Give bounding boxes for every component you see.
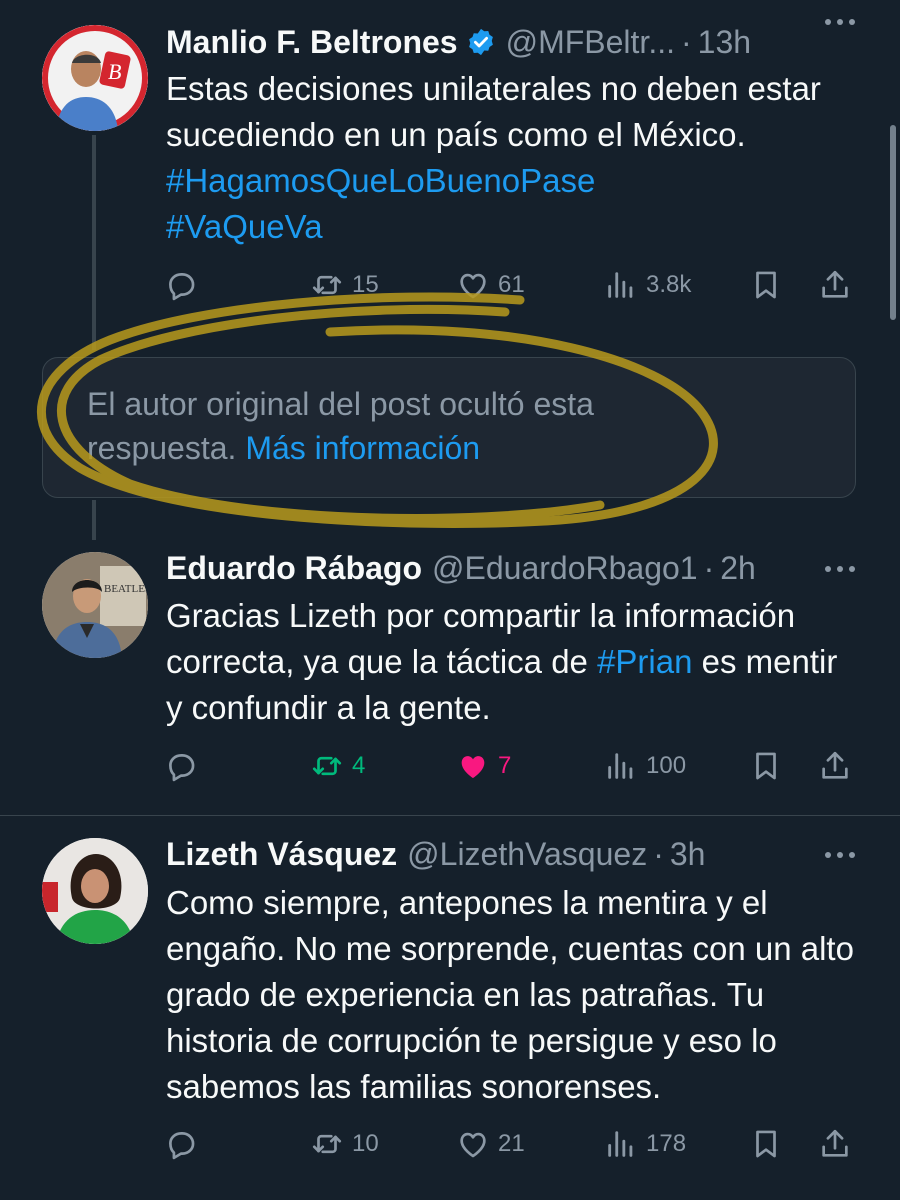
tweet-header: Eduardo Rábago @EduardoRbago1 · 2h <box>166 548 860 588</box>
more-info-link[interactable]: Más información <box>245 430 480 466</box>
tweet-text: Estas decisiones unilaterales no deben e… <box>166 66 860 250</box>
hidden-reply-notice: El autor original del post ocultó esta r… <box>42 357 856 498</box>
author-name[interactable]: Lizeth Vásquez <box>166 836 397 873</box>
avatar[interactable] <box>42 838 148 944</box>
retweet-button[interactable]: 10 <box>310 1124 379 1164</box>
avatar-photo: BEATLES <box>42 552 148 658</box>
author-name[interactable]: Eduardo Rábago <box>166 550 422 587</box>
bookmark-icon <box>749 749 783 783</box>
action-bar: 4 7 100 <box>164 746 860 786</box>
tweet-text-plain: Estas decisiones unilaterales no deben e… <box>166 70 821 153</box>
avatar[interactable]: B <box>42 25 148 131</box>
tweet-header: Manlio F. Beltrones @MFBeltr... · 13h <box>166 22 860 62</box>
svg-text:B: B <box>108 59 121 84</box>
views-icon <box>604 1127 638 1161</box>
separator-dot: · <box>653 835 664 872</box>
like-button[interactable]: 61 <box>456 265 525 305</box>
separator-dot: · <box>680 23 692 60</box>
bookmark-icon <box>749 1127 783 1161</box>
verified-badge-icon <box>468 28 493 56</box>
separator-dot: · <box>703 549 715 586</box>
bookmark-button[interactable] <box>749 265 783 305</box>
share-icon <box>818 749 852 783</box>
views-icon <box>604 749 638 783</box>
author-handle[interactable]: @EduardoRbago1 <box>432 550 698 587</box>
like-count: 7 <box>498 752 512 779</box>
share-icon <box>818 268 852 302</box>
reply-button[interactable] <box>164 265 206 305</box>
avatar-photo <box>42 838 148 944</box>
thread-line-middle <box>92 500 96 540</box>
more-icon[interactable] <box>824 565 856 573</box>
avatar-photo: B <box>42 25 148 131</box>
views-count: 178 <box>646 1130 687 1157</box>
retweet-button[interactable]: 15 <box>310 265 379 305</box>
share-icon <box>818 1127 852 1161</box>
retweet-icon <box>310 268 344 302</box>
views-button[interactable]: 100 <box>604 746 686 786</box>
retweet-icon <box>310 1127 344 1161</box>
action-bar: 10 21 178 <box>164 1124 860 1164</box>
action-bar: 15 61 3.8k <box>164 265 860 305</box>
author-name[interactable]: Manlio F. Beltrones <box>166 24 458 61</box>
avatar[interactable]: BEATLES <box>42 552 148 658</box>
timestamp[interactable]: 2h <box>720 550 756 587</box>
scrollbar[interactable] <box>890 125 896 320</box>
author-handle[interactable]: @LizethVasquez <box>407 836 647 873</box>
retweet-count: 4 <box>352 752 366 779</box>
author-handle[interactable]: @MFBeltr... <box>506 24 675 61</box>
like-icon <box>456 268 490 302</box>
retweet-count: 10 <box>352 1130 379 1157</box>
tweet-text: Como siempre, antepones la mentira y el … <box>166 884 854 1105</box>
like-button[interactable]: 7 <box>456 746 511 786</box>
retweet-count: 15 <box>352 271 379 298</box>
hashtag-link[interactable]: #VaQueVa <box>166 208 323 245</box>
like-count: 61 <box>498 271 525 298</box>
reply-button[interactable] <box>164 1124 206 1164</box>
timestamp[interactable]: 13h <box>698 24 751 61</box>
tweet-header: Lizeth Vásquez @LizethVasquez · 3h <box>166 834 860 874</box>
views-button[interactable]: 3.8k <box>604 265 691 305</box>
tweet-vasquez[interactable]: Lizeth Vásquez @LizethVasquez · 3h Como … <box>0 816 900 1200</box>
share-button[interactable] <box>818 1124 852 1164</box>
views-count: 100 <box>646 752 687 779</box>
share-button[interactable] <box>818 265 852 305</box>
views-icon <box>604 268 638 302</box>
tweet-beltrones[interactable]: B Manlio F. Beltrones @MFBeltr... · 13h … <box>0 0 900 340</box>
like-icon <box>456 1127 490 1161</box>
views-button[interactable]: 178 <box>604 1124 686 1164</box>
hashtag-link[interactable]: #HagamosQueLoBuenoPase <box>166 162 595 199</box>
bookmark-button[interactable] <box>749 1124 783 1164</box>
tweet-rabago[interactable]: BEATLES Eduardo Rábago @EduardoRbago1 · … <box>0 540 900 810</box>
retweet-button[interactable]: 4 <box>310 746 365 786</box>
like-count: 21 <box>498 1130 525 1157</box>
hashtag-link[interactable]: #Prian <box>597 643 692 680</box>
reply-icon <box>164 268 198 302</box>
more-icon[interactable] <box>824 851 856 859</box>
reply-icon <box>164 749 198 783</box>
tweet-text: Gracias Lizeth por compartir la informac… <box>166 593 860 731</box>
more-icon[interactable] <box>824 18 856 26</box>
timestamp[interactable]: 3h <box>670 836 706 873</box>
retweet-icon <box>310 749 344 783</box>
hidden-reply-text: El autor original del post ocultó esta r… <box>87 382 687 470</box>
svg-text:BEATLES: BEATLES <box>104 583 148 595</box>
views-count: 3.8k <box>646 271 692 298</box>
bookmark-button[interactable] <box>749 746 783 786</box>
reply-button[interactable] <box>164 746 206 786</box>
bookmark-icon <box>749 268 783 302</box>
like-button[interactable]: 21 <box>456 1124 525 1164</box>
share-button[interactable] <box>818 746 852 786</box>
reply-icon <box>164 1127 198 1161</box>
like-icon <box>456 749 490 783</box>
